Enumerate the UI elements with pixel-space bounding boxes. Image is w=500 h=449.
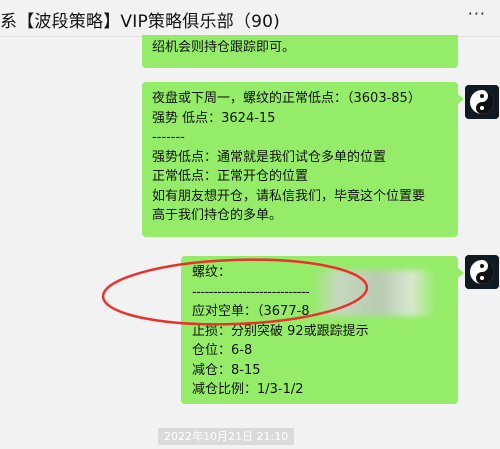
chat-header: 系【波段策略】VIP策略俱乐部（90) ··· — [0, 0, 500, 37]
message-line: 夜盘或下周一，螺纹的正常低点：（3603-85） — [152, 91, 421, 106]
avatar[interactable] — [465, 85, 499, 119]
message-line: 如有朋友想开仓，请私信我们，毕竟这个位置要 — [152, 188, 426, 204]
message-timestamp: 2022年10月21日 21:10 — [158, 428, 295, 445]
avatar[interactable] — [465, 255, 499, 289]
message-line: 减仓：8-15 — [192, 362, 261, 378]
yin-yang-icon — [465, 85, 499, 119]
message-bubble[interactable]: 夜盘或下周一，螺纹的正常低点：（3603-85） 强势 低点：3624-15 -… — [142, 82, 464, 237]
message-line: 仓位：6-8 — [192, 343, 253, 358]
redaction-blur — [312, 270, 436, 316]
message-line: 强势 低点：3624-15 — [152, 110, 276, 126]
yin-yang-icon — [465, 255, 499, 289]
message-line: 减仓比例：1/3-1/2 — [192, 382, 304, 397]
message-line: ------- — [152, 130, 185, 145]
more-options-icon[interactable]: ··· — [468, 6, 486, 22]
message-line: 正常低点：正常开仓的位置 — [152, 169, 309, 184]
message-line: 高于我们持仓的多单。 — [152, 208, 283, 223]
message-line: 强势低点：通常就是我们试仓多单的位置 — [152, 149, 387, 165]
message-line: 绍机会则持仓跟踪即可。 — [152, 40, 296, 55]
message-bubble[interactable]: 绍机会则持仓跟踪即可。 — [142, 35, 458, 68]
chat-title: 系【波段策略】VIP策略俱乐部（90) — [0, 12, 280, 32]
message-line: 止损：分别突破 92或跟踪提示 — [192, 323, 369, 339]
